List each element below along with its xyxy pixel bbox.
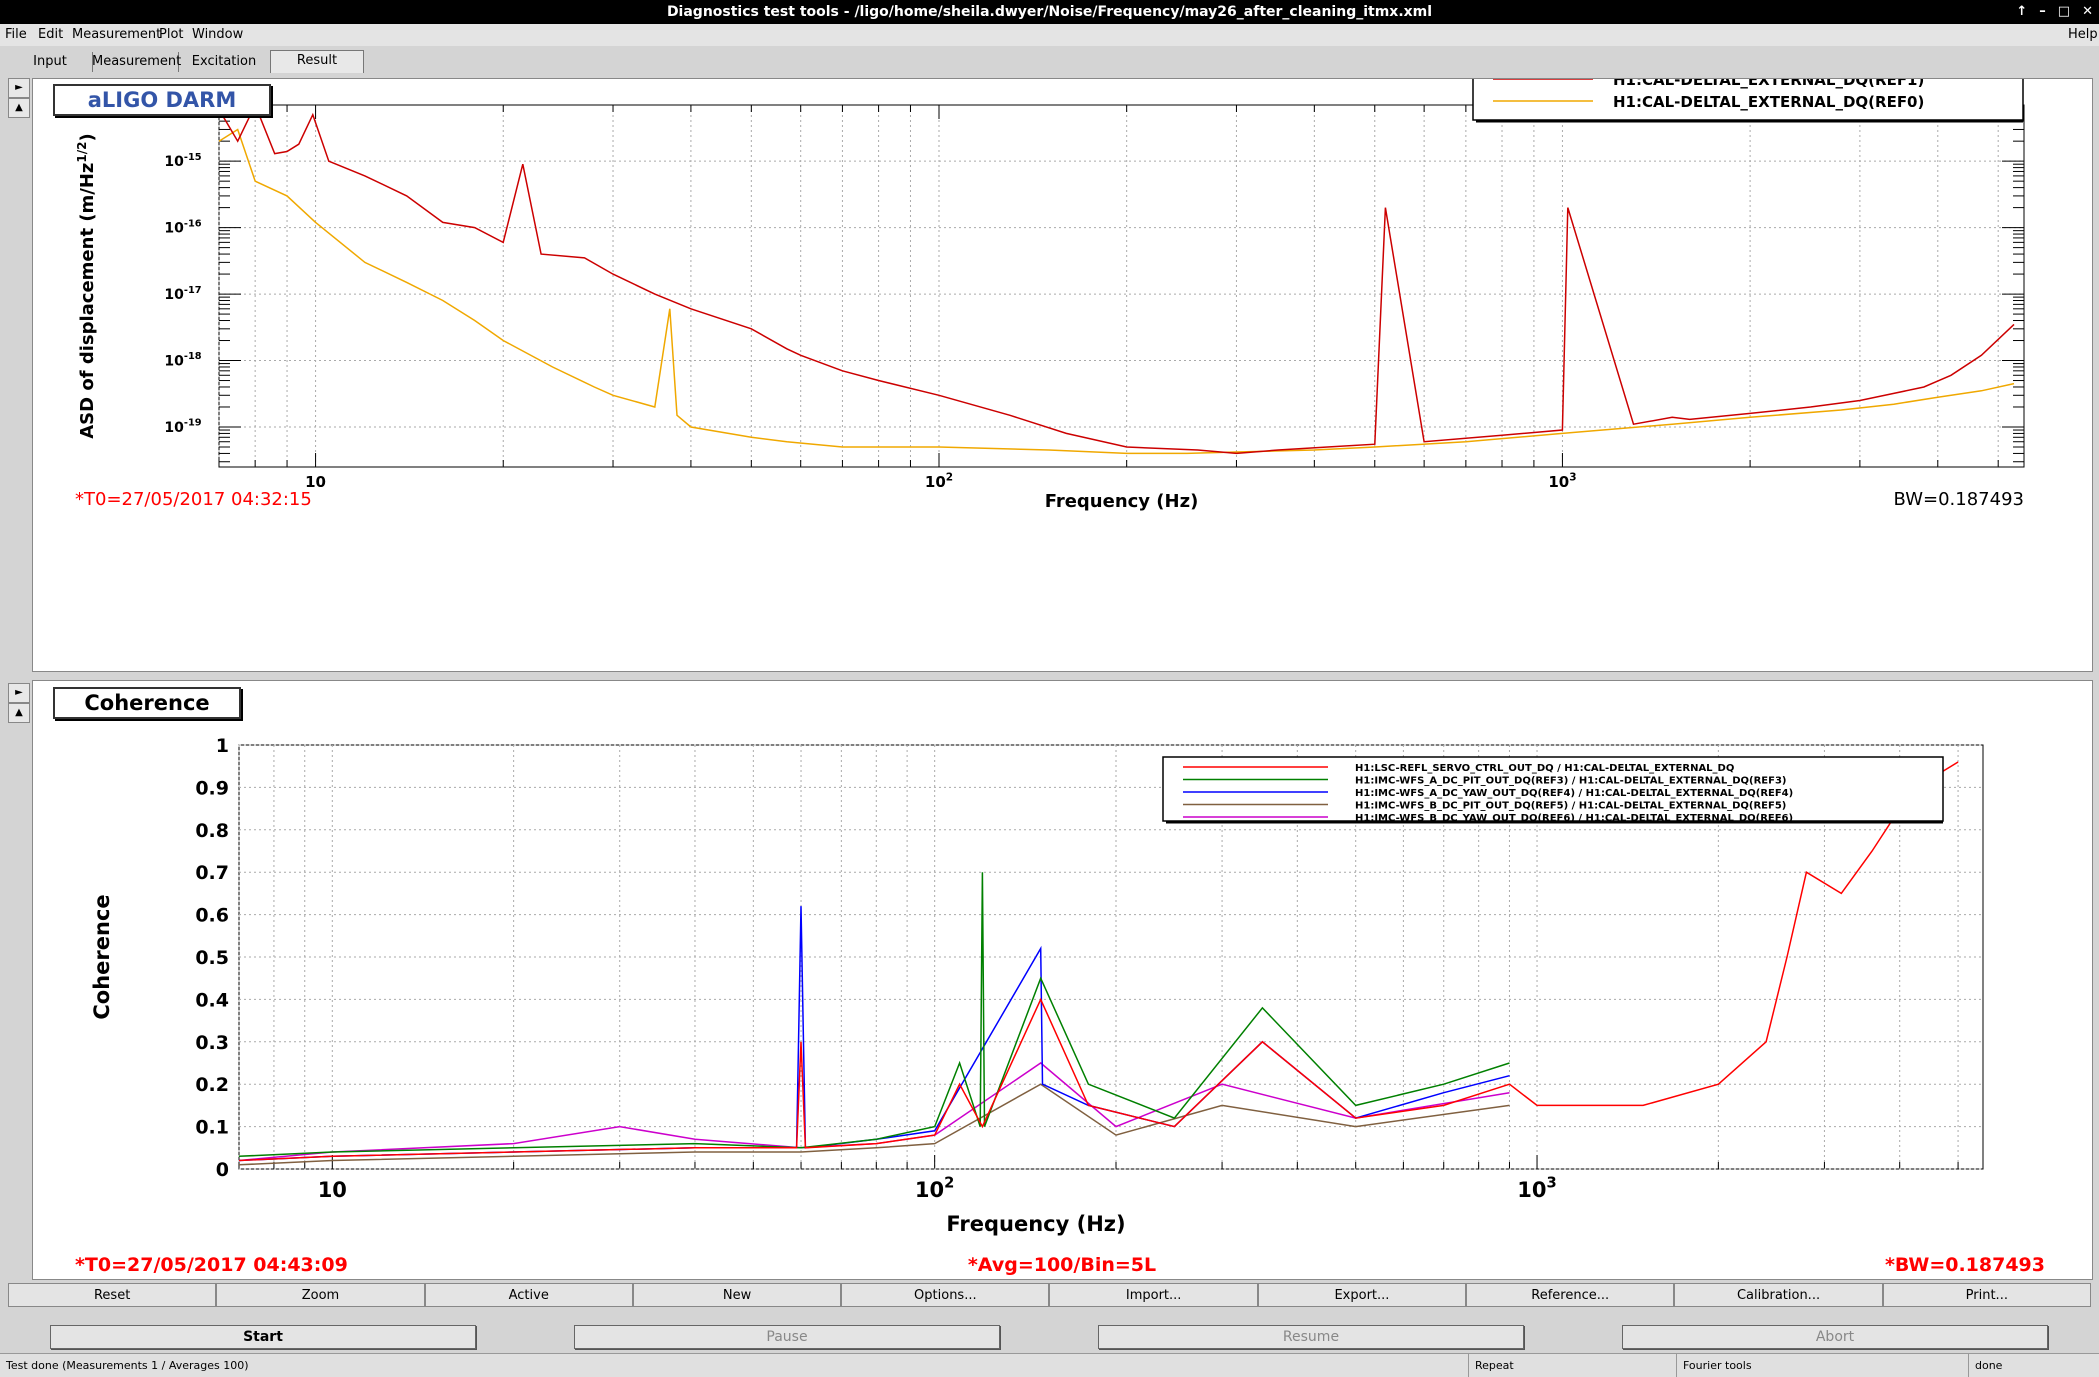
coh-legend-label: H1:IMC-WFS_B_DC_PIT_OUT_DQ(REF5) / H1:CA… [1355, 801, 1786, 812]
asd-y-tick-label: 10-15 [164, 152, 201, 170]
panel2-collapse-icon[interactable]: ▲ [8, 703, 30, 723]
asd-x-axis-label: Frequency (Hz) [1045, 491, 1199, 512]
coh-y-tick-label: 0.8 [195, 820, 229, 842]
status-fourier: Fourier tools [1676, 1354, 1752, 1377]
coh-legend-label: H1:IMC-WFS_B_DC_YAW_OUT_DQ(REF6) / H1:CA… [1355, 813, 1793, 824]
coh-bw-label: *BW=0.187493 [1885, 1254, 2045, 1276]
tab-bar: Input Measurement Excitation Result [0, 50, 2099, 73]
asd-legend-label: H1:CAL-DELTAL_EXTERNAL_DQ(REF0) [1613, 93, 1924, 111]
options-button[interactable]: Options... [841, 1283, 1050, 1307]
menu-measurement[interactable]: Measurement [72, 24, 161, 46]
asd-y-tick-label: 10-19 [164, 418, 201, 436]
menu-window[interactable]: Window [192, 24, 243, 46]
coh-legend-label: H1:IMC-WFS_A_DC_PIT_OUT_DQ(REF3) / H1:CA… [1355, 776, 1786, 787]
asd-y-tick-label: 10-16 [164, 218, 201, 236]
export-button[interactable]: Export... [1257, 1283, 1467, 1307]
coh-t0-label: *T0=27/05/2017 04:43:09 [75, 1254, 348, 1276]
start-button[interactable]: Start [50, 1325, 476, 1349]
active-button[interactable]: Active [424, 1283, 633, 1307]
status-repeat: Repeat [1468, 1354, 1514, 1377]
asd-plot-title-text: aLIGO DARM [87, 88, 237, 112]
asd-y-axis-label: ASD of displacement (m/Hz1/2) [75, 133, 98, 439]
abort-button[interactable]: Abort [1622, 1325, 2048, 1349]
coh-y-tick-label: 0.5 [195, 947, 229, 969]
pin-icon[interactable]: ↑ [2016, 0, 2027, 24]
coherence-plot-panel: 0 0.1 0.2 0.3 0.4 0.5 0.6 0.7 0.8 0.9 1 10 102 103 Fre… [32, 680, 2093, 1280]
coh-y-axis-label: Coherence [90, 894, 114, 1019]
coh-y-tick-label: 0.4 [195, 989, 229, 1011]
menu-bar: File Edit Measurement Plot Window Help [0, 24, 2099, 46]
coh-x-tick-label: 103 [1517, 1175, 1556, 1202]
resume-button[interactable]: Resume [1098, 1325, 1524, 1349]
coh-x-tick-label: 102 [915, 1175, 954, 1202]
coh-avg-label: *Avg=100/Bin=5L [968, 1254, 1156, 1276]
panel1-expand-icon[interactable]: ► [8, 78, 30, 98]
zoom-button[interactable]: Zoom [216, 1283, 425, 1307]
coh-legend-label: H1:LSC-REFL_SERVO_CTRL_OUT_DQ / H1:CAL-D… [1355, 763, 1734, 774]
coh-x-axis-label: Frequency (Hz) [946, 1212, 1125, 1236]
asd-x-tick-label: 103 [1548, 471, 1576, 491]
asd-t0-label: *T0=27/05/2017 04:32:15 [75, 489, 312, 510]
coh-y-tick-label: 0 [216, 1159, 229, 1181]
coherence-plot[interactable]: 0 0.1 0.2 0.3 0.4 0.5 0.6 0.7 0.8 0.9 1 10 102 103 Fre… [33, 681, 2092, 1279]
asd-legend-label: H1:CAL-DELTAL_EXTERNAL_DQ(REF1) [1613, 79, 1924, 89]
asd-plot-panel: 10 102 103 10-15 10-16 10-17 10-18 10-19 Frequen… [32, 70, 2093, 672]
asd-bw-label: BW=0.187493 [1894, 489, 2024, 510]
tab-measurement[interactable]: Measurement [92, 52, 181, 72]
asd-x-tick-label: 102 [925, 471, 953, 491]
asd-plot-title: aLIGO DARM [53, 84, 271, 116]
new-button[interactable]: New [632, 1283, 842, 1307]
window-titlebar: Diagnostics test tools - /ligo/home/shei… [0, 0, 2099, 24]
close-icon[interactable]: ✕ [2082, 0, 2093, 24]
tab-input[interactable]: Input [8, 52, 93, 72]
coh-y-tick-label: 1 [216, 735, 229, 757]
coh-x-tick-label: 10 [318, 1178, 347, 1202]
asd-plot[interactable]: 10 102 10310-1510-1610-1710-1810-19Frequen… [33, 70, 2092, 671]
asd-y-tick-label: 10-18 [164, 351, 201, 369]
maximize-icon[interactable]: □ [2058, 0, 2070, 24]
coh-y-tick-label: 0.9 [195, 777, 229, 799]
status-bar: Test done (Measurements 1 / Averages 100… [0, 1353, 2099, 1377]
status-state: done [1968, 1354, 2002, 1377]
coh-y-tick-label: 0.2 [195, 1074, 229, 1096]
coherence-plot-title-text: Coherence [84, 691, 210, 715]
tab-excitation[interactable]: Excitation [178, 52, 271, 72]
window-title: Diagnostics test tools - /ligo/home/shei… [666, 4, 1433, 20]
status-message: Test done (Measurements 1 / Averages 100… [6, 1359, 249, 1372]
asd-y-tick-label: 10-17 [164, 285, 201, 303]
menu-edit[interactable]: Edit [38, 24, 63, 46]
coh-y-tick-label: 0.1 [195, 1117, 229, 1139]
coh-legend-label: H1:IMC-WFS_A_DC_YAW_OUT_DQ(REF4) / H1:CA… [1355, 788, 1793, 799]
coh-y-tick-label: 0.7 [195, 862, 229, 884]
coh-y-tick-label: 0.6 [195, 905, 229, 927]
tab-result[interactable]: Result [270, 50, 364, 73]
menu-file[interactable]: File [5, 24, 27, 46]
menu-plot[interactable]: Plot [159, 24, 184, 46]
import-button[interactable]: Import... [1049, 1283, 1258, 1307]
calibration-button[interactable]: Calibration... [1674, 1283, 1883, 1307]
reset-button[interactable]: Reset [8, 1283, 217, 1307]
panel2-expand-icon[interactable]: ► [8, 683, 30, 703]
panel1-collapse-icon[interactable]: ▲ [8, 98, 30, 118]
coh-y-tick-label: 0.3 [195, 1032, 229, 1054]
print-button[interactable]: Print... [1882, 1283, 2091, 1307]
menu-help[interactable]: Help [2068, 24, 2098, 46]
minimize-icon[interactable]: – [2039, 0, 2046, 24]
coherence-plot-title: Coherence [53, 687, 241, 719]
reference-button[interactable]: Reference... [1466, 1283, 1675, 1307]
plot-button-row: Reset Zoom Active New Options... Import.… [8, 1283, 2091, 1309]
pause-button[interactable]: Pause [574, 1325, 1000, 1349]
